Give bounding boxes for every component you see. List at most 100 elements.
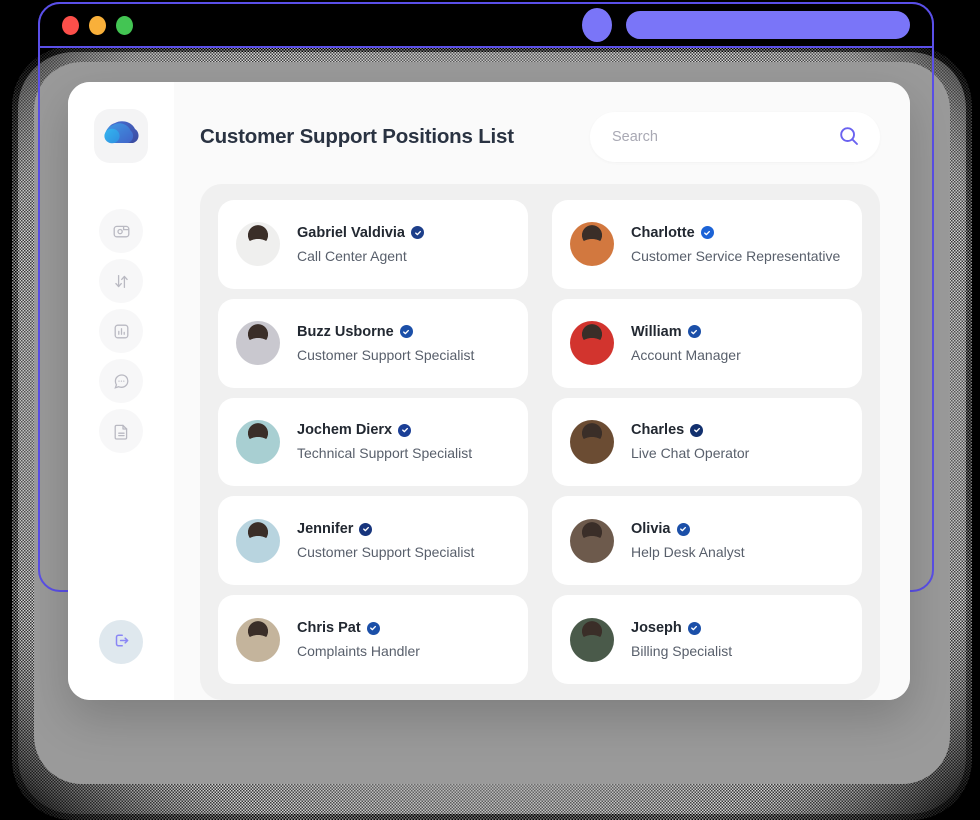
main-content: Customer Support Positions List Gabriel … (174, 82, 910, 700)
person-info: William Account Manager (631, 324, 741, 363)
sidebar-item-documents[interactable] (99, 409, 143, 453)
person-card[interactable]: Chris Pat Complaints Handler (218, 595, 528, 684)
person-card[interactable]: Charlotte Customer Service Representative (552, 200, 862, 289)
verified-badge-icon (687, 325, 701, 339)
verified-badge-icon (399, 325, 413, 339)
person-name-row: Jochem Dierx (297, 422, 472, 438)
avatar (236, 321, 280, 366)
browser-profile-icon[interactable] (582, 8, 612, 42)
person-name-row: Charlotte (631, 225, 840, 241)
person-card[interactable]: Olivia Help Desk Analyst (552, 496, 862, 586)
browser-title-bar (38, 2, 934, 48)
person-card[interactable]: William Account Manager (552, 298, 862, 388)
verified-badge-icon (690, 423, 704, 437)
search-submit-button[interactable] (838, 125, 860, 150)
person-info: Chris Pat Complaints Handler (297, 620, 420, 659)
avatar (570, 518, 614, 563)
maximize-window-button[interactable] (116, 15, 133, 35)
search-icon (838, 125, 860, 150)
bar-chart-icon (112, 322, 131, 341)
person-role: Customer Support Specialist (297, 544, 475, 561)
person-info: Charles Live Chat Operator (631, 422, 749, 461)
search-input[interactable] (612, 129, 830, 145)
chat-bubble-icon (112, 372, 131, 391)
avatar (236, 518, 280, 563)
person-name-row: Jennifer (297, 521, 474, 537)
person-name: Charlotte (631, 224, 695, 241)
person-info: Buzz Usborne Customer Support Specialist (297, 324, 474, 363)
person-role: Account Manager (631, 346, 741, 363)
person-name-row: Gabriel Valdivia (297, 225, 424, 241)
person-card[interactable]: Buzz Usborne Customer Support Specialist (218, 298, 528, 388)
person-info: Jochem Dierx Technical Support Specialist (297, 422, 472, 461)
person-info: Gabriel Valdivia Call Center Agent (297, 225, 424, 264)
verified-badge-icon (676, 522, 690, 536)
person-info: Charlotte Customer Service Representative (631, 225, 840, 264)
person-name-row: Olivia (631, 521, 745, 537)
close-window-button[interactable] (62, 15, 79, 35)
people-grid: Gabriel Valdivia Call Center Agent Charlot… (200, 184, 880, 700)
sidebar (68, 82, 174, 700)
avatar (570, 419, 614, 464)
person-info: Joseph Billing Specialist (631, 620, 732, 659)
sidebar-item-wallet[interactable] (99, 209, 143, 253)
avatar (236, 419, 280, 464)
app-window: Customer Support Positions List Gabriel … (68, 82, 910, 700)
person-info: Olivia Help Desk Analyst (631, 521, 745, 560)
person-name-row: Joseph (631, 620, 732, 636)
person-name-row: Chris Pat (297, 620, 420, 636)
person-role: Billing Specialist (631, 643, 733, 660)
person-role: Customer Service Representative (631, 247, 841, 264)
person-name: Chris Pat (297, 620, 361, 637)
person-name: Gabriel Valdivia (297, 224, 405, 241)
person-name: Olivia (631, 521, 671, 538)
browser-address-bar[interactable] (626, 11, 910, 39)
person-role: Complaints Handler (297, 643, 420, 660)
sidebar-nav (99, 209, 143, 453)
verified-badge-icon (687, 621, 701, 635)
person-role: Help Desk Analyst (631, 544, 745, 561)
person-name-row: Buzz Usborne (297, 324, 474, 340)
person-card[interactable]: Charles Live Chat Operator (552, 397, 862, 487)
person-name: Buzz Usborne (297, 323, 394, 340)
person-card[interactable]: Joseph Billing Specialist (552, 595, 862, 684)
person-name-row: William (631, 324, 741, 340)
logout-button[interactable] (99, 620, 143, 664)
person-role: Call Center Agent (297, 247, 407, 264)
avatar (570, 617, 614, 662)
person-role: Customer Support Specialist (297, 346, 475, 363)
browser-url-group (582, 8, 910, 42)
traffic-light-group (62, 15, 133, 35)
verified-badge-icon (366, 621, 380, 635)
avatar (236, 222, 280, 267)
avatar (236, 617, 280, 662)
person-info: Jennifer Customer Support Specialist (297, 521, 474, 560)
app-logo[interactable] (94, 109, 148, 163)
person-name: William (631, 323, 682, 340)
page-title: Customer Support Positions List (200, 125, 514, 148)
minimize-window-button[interactable] (89, 15, 106, 35)
avatar (570, 222, 614, 267)
person-role: Live Chat Operator (631, 445, 750, 462)
sidebar-item-reports[interactable] (99, 309, 143, 353)
person-card[interactable]: Jochem Dierx Technical Support Specialist (218, 397, 528, 487)
wallet-icon (112, 222, 131, 241)
avatar (570, 321, 614, 366)
person-name-row: Charles (631, 422, 749, 438)
person-role: Technical Support Specialist (297, 445, 473, 462)
person-card[interactable]: Gabriel Valdivia Call Center Agent (218, 200, 528, 289)
content-header: Customer Support Positions List (200, 108, 880, 166)
person-name: Joseph (631, 620, 682, 637)
document-icon (112, 422, 131, 441)
verified-badge-icon (359, 522, 373, 536)
search-bar[interactable] (590, 112, 880, 162)
cloud-logo-icon (102, 119, 140, 154)
sidebar-item-messages[interactable] (99, 359, 143, 403)
person-name: Jennifer (297, 521, 354, 538)
person-name: Charles (631, 422, 685, 439)
sidebar-item-transfers[interactable] (99, 259, 143, 303)
logout-icon (111, 630, 132, 654)
verified-badge-icon (700, 226, 714, 240)
transfer-arrows-icon (112, 272, 131, 291)
person-card[interactable]: Jennifer Customer Support Specialist (218, 496, 528, 586)
